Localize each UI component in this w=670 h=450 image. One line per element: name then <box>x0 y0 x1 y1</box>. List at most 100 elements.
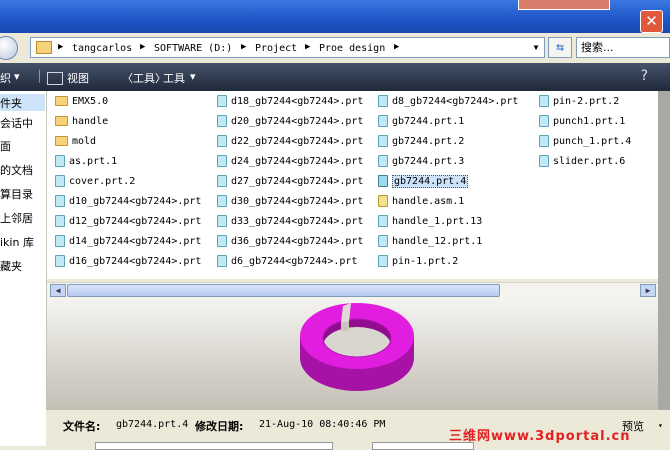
part-file-icon <box>378 115 388 127</box>
close-button[interactable]: ✕ <box>640 10 663 33</box>
breadcrumb-project[interactable]: Project <box>255 43 297 54</box>
part-file-icon <box>378 95 388 107</box>
nav-item-network[interactable]: 上邻居 <box>0 210 33 226</box>
tools-hint-label: 〈工具〉 <box>122 72 166 85</box>
list-item-file[interactable]: handle.asm.1 <box>378 194 464 210</box>
filename-value: gb7244.prt.4 <box>116 419 189 430</box>
breadcrumb-separator-icon[interactable]: ▶ <box>140 42 145 52</box>
list-item-file[interactable]: d14_gb7244<gb7244>.prt <box>55 234 201 250</box>
folder-icon <box>55 136 68 146</box>
list-item-file[interactable]: d36_gb7244<gb7244>.prt <box>217 234 363 250</box>
list-item-file[interactable]: d16_gb7244<gb7244>.prt <box>55 254 201 270</box>
part-file-icon <box>55 175 65 187</box>
scrollbar-thumb[interactable] <box>67 284 500 297</box>
help-icon[interactable]: ? <box>640 68 654 84</box>
list-item-file[interactable]: d33_gb7244<gb7244>.prt <box>217 214 363 230</box>
part-file-icon <box>378 235 388 247</box>
nav-item-manikin-library[interactable]: ikin 库 <box>0 234 34 250</box>
list-item-file[interactable]: gb7244.prt.2 <box>378 134 464 150</box>
list-item-file[interactable]: as.prt.1 <box>55 154 117 170</box>
part-file-icon <box>55 155 65 167</box>
part-file-icon <box>217 215 227 227</box>
assembly-file-icon <box>378 195 388 207</box>
breadcrumb-proe-design[interactable]: Proe design <box>319 43 385 54</box>
list-item-file[interactable]: d20_gb7244<gb7244>.prt <box>217 114 363 130</box>
list-item-file[interactable]: handle_12.prt.1 <box>378 234 482 250</box>
nav-item-folders[interactable]: 件夹 <box>0 95 22 111</box>
scroll-right-icon[interactable]: ▶ <box>640 284 656 297</box>
list-item-file[interactable]: slider.prt.6 <box>539 154 625 170</box>
list-item-file[interactable]: punch1.prt.1 <box>539 114 625 130</box>
refresh-button[interactable]: ⇆ <box>548 37 572 58</box>
part-file-icon <box>217 95 227 107</box>
search-input[interactable]: 搜索... <box>576 37 670 58</box>
views-icon <box>47 72 63 85</box>
list-item-file[interactable]: pin-2.prt.2 <box>539 94 619 110</box>
address-dropdown-icon[interactable]: ▼ <box>528 38 544 57</box>
part-file-icon <box>217 255 227 267</box>
folder-icon <box>55 96 68 106</box>
list-item-file[interactable]: d6_gb7244<gb7244>.prt <box>217 254 357 270</box>
nav-item-favorites[interactable]: 藏夹 <box>0 258 22 274</box>
scroll-left-icon[interactable]: ◀ <box>50 284 66 297</box>
ring-model-preview <box>300 303 414 391</box>
filename-label: 文件名: <box>63 420 101 433</box>
list-item-file[interactable]: punch_1.prt.4 <box>539 134 631 150</box>
model-preview[interactable] <box>47 300 658 410</box>
list-item-folder[interactable]: handle <box>55 114 108 130</box>
list-item-file[interactable]: cover.prt.2 <box>55 174 135 190</box>
part-file-icon <box>378 255 388 267</box>
nav-item-documents[interactable]: 的文档 <box>0 162 33 178</box>
list-item-folder[interactable]: EMX5.0 <box>55 94 108 110</box>
breadcrumb-software-drive[interactable]: SOFTWARE (D:) <box>154 43 232 54</box>
window-edge <box>658 91 670 411</box>
breadcrumb-separator-icon[interactable]: ▶ <box>58 42 63 52</box>
list-item-file[interactable]: d27_gb7244<gb7244>.prt <box>217 174 363 190</box>
part-file-icon <box>378 135 388 147</box>
part-file-icon <box>217 175 227 187</box>
list-item-file-selected[interactable]: gb7244.prt.4 <box>378 174 469 190</box>
list-item-file[interactable]: d30_gb7244<gb7244>.prt <box>217 194 363 210</box>
breadcrumb-separator-icon[interactable]: ▶ <box>241 42 246 52</box>
part-file-icon <box>539 115 549 127</box>
tools-menu[interactable]: 工具 <box>163 70 185 86</box>
part-file-icon <box>217 195 227 207</box>
folder-icon <box>36 41 52 54</box>
chevron-down-icon[interactable]: ▾ <box>658 421 663 430</box>
part-file-icon <box>217 155 227 167</box>
list-item-file[interactable]: gb7244.prt.1 <box>378 114 464 130</box>
organize-menu[interactable]: 织 <box>0 70 11 86</box>
views-menu[interactable]: 视图 <box>67 70 89 86</box>
toolbar-separator: │ <box>36 70 43 83</box>
part-file-icon <box>217 235 227 247</box>
list-item-file[interactable]: d24_gb7244<gb7244>.prt <box>217 154 363 170</box>
list-item-file[interactable]: pin-1.prt.2 <box>378 254 458 270</box>
list-item-file[interactable]: gb7244.prt.3 <box>378 154 464 170</box>
command-toolbar <box>0 63 670 91</box>
list-item-file[interactable]: d8_gb7244<gb7244>.prt <box>378 94 518 110</box>
part-file-icon <box>378 215 388 227</box>
list-item-file[interactable]: d22_gb7244<gb7244>.prt <box>217 134 363 150</box>
modified-date-label: 修改日期: <box>195 420 244 433</box>
list-item-folder[interactable]: mold <box>55 134 96 150</box>
bottom-field[interactable] <box>372 442 474 450</box>
breadcrumb-separator-icon[interactable]: ▶ <box>394 42 399 52</box>
breadcrumb-tangcarlos[interactable]: tangcarlos <box>72 43 132 54</box>
breadcrumb-separator-icon[interactable]: ▶ <box>305 42 310 52</box>
part-file-icon <box>55 195 65 207</box>
part-file-icon <box>217 135 227 147</box>
part-file-icon <box>217 115 227 127</box>
bottom-field[interactable] <box>95 442 333 450</box>
part-file-icon <box>55 215 65 227</box>
chevron-down-icon[interactable]: ▾ <box>190 70 196 83</box>
list-item-file[interactable]: d10_gb7244<gb7244>.prt <box>55 194 201 210</box>
nav-item-session[interactable]: 会话中 <box>0 115 33 131</box>
part-file-icon <box>539 95 549 107</box>
chevron-down-icon[interactable]: ▾ <box>14 70 20 83</box>
nav-item-desktop[interactable]: 面 <box>0 138 11 154</box>
folder-icon <box>55 116 68 126</box>
nav-item-working-directory[interactable]: 算目录 <box>0 186 33 202</box>
list-item-file[interactable]: handle_1.prt.13 <box>378 214 482 230</box>
list-item-file[interactable]: d18_gb7244<gb7244>.prt <box>217 94 363 110</box>
list-item-file[interactable]: d12_gb7244<gb7244>.prt <box>55 214 201 230</box>
